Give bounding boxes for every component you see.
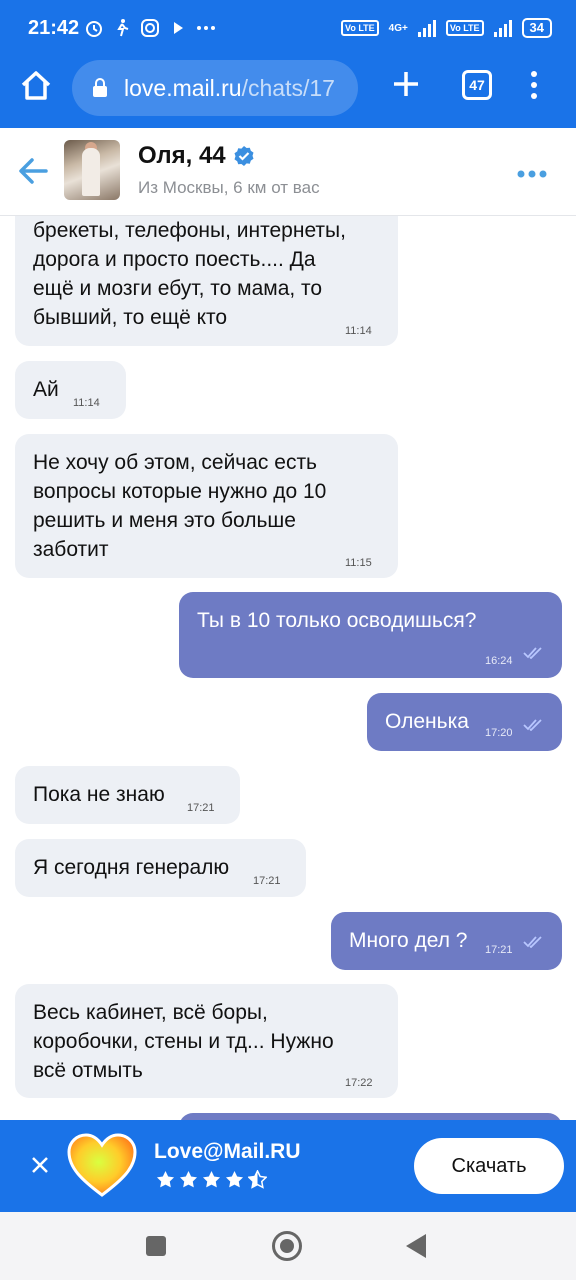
message-bubble-incoming[interactable]: брекеты, телефоны, интернеты, дорога и п… xyxy=(15,216,398,346)
message-text: Пока не знаю xyxy=(33,783,165,806)
message-time: 17:21 xyxy=(485,944,513,956)
home-nav-button[interactable] xyxy=(272,1231,302,1261)
message-text-line: решить и меня это больше xyxy=(33,509,296,532)
message-bubble-outgoing[interactable]: Ты в 10 только осводишься? 16:24 xyxy=(179,592,562,678)
message-bubble-incoming[interactable]: Пока не знаю 17:21 xyxy=(15,766,240,824)
browser-top-area: 21:42 Vo LTE 4G+ Vo LTE 34 love.mail.ru/… xyxy=(0,0,576,128)
status-notification-icons xyxy=(84,18,216,38)
app-rating xyxy=(156,1169,268,1189)
status-right-icons: Vo LTE 4G+ Vo LTE 34 xyxy=(341,18,552,38)
status-time: 21:42 xyxy=(28,17,80,39)
browser-menu-button[interactable] xyxy=(526,70,542,100)
message-bubble-outgoing-partial[interactable] xyxy=(179,1113,562,1120)
battery-indicator: 34 xyxy=(521,18,552,38)
message-text-line: всё отмыть xyxy=(33,1059,143,1082)
chat-options-button[interactable] xyxy=(516,166,548,178)
contact-name[interactable]: Оля, 44 xyxy=(138,142,226,170)
instagram-icon xyxy=(140,18,160,38)
message-bubble-incoming[interactable]: Ай 11:14 xyxy=(15,361,126,419)
signal-bars-icon xyxy=(417,19,436,37)
avatar[interactable] xyxy=(64,140,120,200)
plus-icon xyxy=(394,72,418,96)
read-check-icon xyxy=(523,936,542,948)
read-check-icon xyxy=(523,647,542,659)
star-icon xyxy=(179,1170,198,1189)
message-text: Ай xyxy=(33,378,59,401)
message-time: 11:15 xyxy=(345,557,372,569)
message-text-line: коробочки, стены и тд... Нужно xyxy=(33,1030,334,1053)
message-time: 11:14 xyxy=(73,397,100,409)
message-text: Я сегодня генералю xyxy=(33,856,230,879)
app-heart-logo-icon xyxy=(67,1133,137,1197)
message-time: 17:21 xyxy=(253,875,281,887)
message-text-line: заботит xyxy=(33,538,109,561)
message-feed[interactable]: брекеты, телефоны, интернеты, дорога и п… xyxy=(0,216,576,1120)
url-domain: love.mail.ru xyxy=(124,75,242,101)
star-half-icon xyxy=(247,1169,268,1189)
new-tab-button[interactable] xyxy=(390,68,422,100)
app-name: Love@Mail.RU xyxy=(154,1140,301,1163)
star-icon xyxy=(225,1170,244,1189)
message-bubble-incoming[interactable]: Не хочу об этом, сейчас есть вопросы кот… xyxy=(15,434,398,578)
message-text-line: дорога и просто поесть.... Да xyxy=(33,248,316,271)
read-check-icon xyxy=(523,719,542,731)
message-bubble-outgoing[interactable]: Оленька 17:20 xyxy=(367,693,562,751)
home-icon xyxy=(21,71,51,100)
system-navigation-bar xyxy=(0,1212,576,1280)
message-time: 17:22 xyxy=(345,1077,373,1089)
message-text-line: бывший, то ещё кто xyxy=(33,306,228,329)
message-text-line: ещё и мозги ебут, то мама, то xyxy=(33,277,323,300)
volte-badge-2: Vo LTE xyxy=(445,20,484,36)
message-text-line: брекеты, телефоны, интернеты, xyxy=(33,219,346,242)
message-text-line: Не хочу об этом, сейчас есть xyxy=(33,451,318,474)
recent-apps-button[interactable] xyxy=(146,1236,166,1256)
back-button[interactable] xyxy=(16,154,50,188)
lock-icon xyxy=(93,78,107,97)
app-download-banner: Love@Mail.RU Скачать xyxy=(0,1120,576,1212)
banner-close-button[interactable] xyxy=(30,1155,50,1175)
signal-bars-icon-2 xyxy=(493,19,512,37)
kebab-menu-icon xyxy=(531,71,537,99)
message-time: 16:24 xyxy=(485,655,513,667)
message-bubble-incoming[interactable]: Весь кабинет, всё боры, коробочки, стены… xyxy=(15,984,398,1098)
contact-location: Из Москвы, 6 км от вас xyxy=(138,178,320,197)
back-arrow-icon xyxy=(19,158,48,184)
status-bar: 21:42 Vo LTE 4G+ Vo LTE 34 xyxy=(0,0,576,58)
message-time: 17:21 xyxy=(187,802,215,814)
star-icon xyxy=(156,1170,175,1189)
back-nav-button[interactable] xyxy=(406,1234,426,1258)
chat-header: Оля, 44 Из Москвы, 6 км от вас xyxy=(0,128,576,216)
download-button[interactable]: Скачать xyxy=(414,1138,564,1194)
walking-icon xyxy=(112,18,132,38)
message-text: Ты в 10 только осводишься? xyxy=(197,609,477,632)
message-text: Оленька xyxy=(385,710,469,733)
message-time: 17:20 xyxy=(485,727,513,739)
message-time: 11:14 xyxy=(345,325,372,337)
message-text-line: вопросы которые нужно до 10 xyxy=(33,480,327,503)
more-notifications-icon xyxy=(196,18,216,38)
play-icon xyxy=(168,18,188,38)
message-bubble-outgoing[interactable]: Много дел ? 17:21 xyxy=(331,912,562,970)
star-icon xyxy=(202,1170,221,1189)
more-dots-icon xyxy=(517,170,547,178)
url-text: love.mail.ru/chats/17 xyxy=(124,75,335,102)
alarm-icon xyxy=(84,18,104,38)
url-path: /chats/17 xyxy=(241,75,335,101)
volte-badge: Vo LTE xyxy=(341,20,379,36)
network-type: 4G+ xyxy=(388,22,408,34)
browser-toolbar: love.mail.ru/chats/17 47 xyxy=(0,58,576,128)
url-bar[interactable]: love.mail.ru/chats/17 xyxy=(72,60,358,116)
verified-badge-icon xyxy=(234,146,254,166)
message-text-line: Весь кабинет, всё боры, xyxy=(33,1001,268,1024)
message-bubble-incoming[interactable]: Я сегодня генералю 17:21 xyxy=(15,839,306,897)
tab-switcher-button[interactable]: 47 xyxy=(462,70,492,100)
message-text: Много дел ? xyxy=(349,929,468,952)
home-button[interactable] xyxy=(18,68,54,104)
close-icon xyxy=(32,1157,48,1173)
